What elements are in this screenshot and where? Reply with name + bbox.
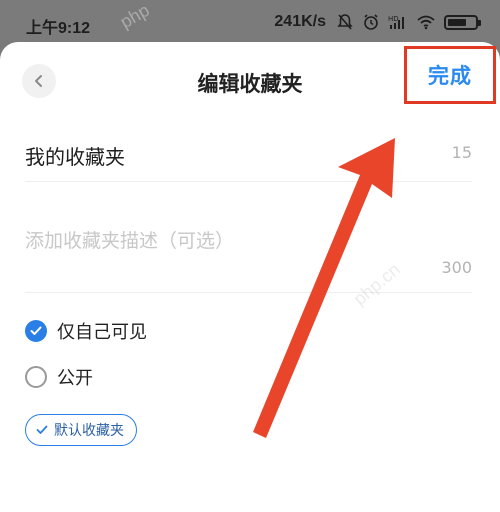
option-label-private: 仅自己可见 [57,322,147,343]
visibility-option-private[interactable]: 仅自己可见 [25,318,147,344]
alarm-icon [364,14,378,30]
status-indicators: 241K/s HD [274,13,481,31]
svg-text:HD: HD [388,15,399,23]
done-label: 完成 [428,64,472,88]
favorite-name-value: 我的收藏夹 [25,145,125,169]
network-speed: 241K/s [274,13,326,30]
edit-favorites-sheet: 编辑收藏夹 完成 我的收藏夹 15 添加收藏夹描述（可选） 300 仅自己可见 … [0,42,500,512]
default-favorites-chip[interactable]: 默认收藏夹 [25,414,137,446]
default-chip-label: 默认收藏夹 [54,423,124,439]
status-time: 上午9:12 [26,20,91,37]
status-bar: 上午9:12 241K/s HD php [0,0,500,42]
unchecked-radio-icon [25,366,47,388]
name-char-counter: 15 [451,143,472,162]
mute-bell-icon [337,14,353,30]
check-icon [36,425,48,434]
description-char-counter: 300 [441,258,472,277]
wifi-icon [417,15,435,30]
visibility-option-public[interactable]: 公开 [25,364,93,390]
favorite-name-field[interactable]: 我的收藏夹 15 [25,137,472,182]
battery-icon [444,14,481,30]
watermark: php [116,0,153,33]
description-placeholder: 添加收藏夹描述（可选） [25,230,235,252]
description-field[interactable]: 添加收藏夹描述（可选） 300 [25,222,472,293]
done-button[interactable]: 完成 [404,46,496,104]
checked-radio-icon [25,320,47,342]
option-label-public: 公开 [57,368,93,389]
hd-signal-icon: HD [388,15,404,29]
